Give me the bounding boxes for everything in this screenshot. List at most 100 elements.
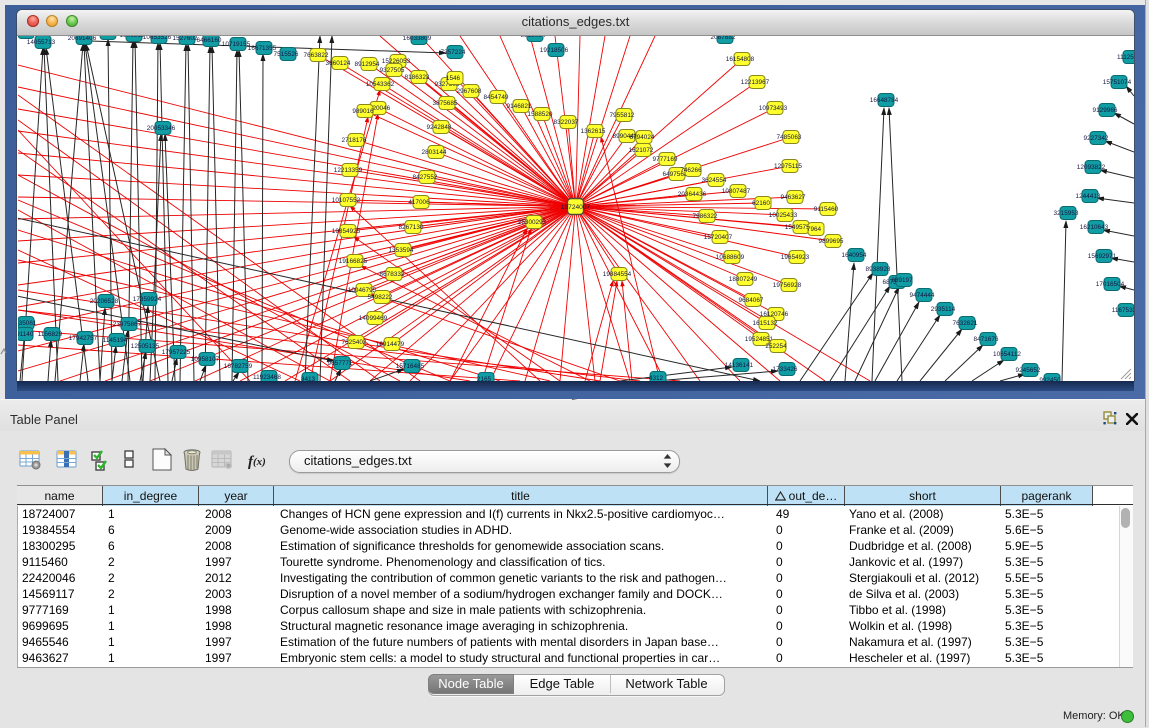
svg-text:9327505: 9327505: [380, 67, 405, 74]
svg-text:18724007: 18724007: [561, 204, 591, 211]
svg-text:10107552: 10107552: [332, 197, 361, 204]
svg-text:7485063: 7485063: [777, 134, 802, 141]
svg-text:2803144: 2803144: [422, 149, 447, 156]
svg-text:19854925: 19854925: [332, 228, 361, 235]
svg-text:62160: 62160: [752, 200, 770, 207]
svg-text:8471676: 8471676: [974, 336, 999, 343]
svg-text:8427552: 8427552: [413, 174, 438, 181]
svg-text:15751074: 15751074: [1103, 79, 1132, 86]
svg-text:2967608: 2967608: [457, 88, 482, 95]
svg-text:9115460: 9115460: [814, 206, 839, 213]
svg-text:7515526: 7515526: [274, 51, 299, 58]
svg-text:1615132: 1615132: [753, 320, 778, 327]
svg-text:1353594: 1353594: [389, 247, 414, 254]
svg-text:9657771: 9657771: [328, 360, 353, 367]
svg-text:14055713: 14055713: [27, 39, 56, 46]
svg-text:1621072: 1621072: [629, 147, 654, 154]
svg-text:10025433: 10025433: [769, 212, 798, 219]
svg-text:16648784: 16648784: [870, 97, 899, 104]
svg-text:10543362: 10543362: [366, 81, 395, 88]
svg-text:19524851: 19524851: [745, 336, 774, 343]
svg-text:746266: 746266: [680, 167, 702, 174]
svg-text:16033809: 16033809: [403, 36, 432, 42]
svg-text:3215953: 3215953: [1054, 210, 1079, 217]
svg-text:15720407: 15720407: [704, 234, 733, 241]
svg-text:1112541: 1112541: [1117, 54, 1134, 61]
svg-text:7357224: 7357224: [441, 49, 466, 56]
svg-text:9899695: 9899695: [819, 238, 844, 245]
svg-text:252254: 252254: [765, 343, 787, 350]
svg-text:10653526: 10653526: [143, 36, 172, 41]
svg-text:2087682: 2087682: [711, 36, 736, 41]
svg-text:1640954: 1640954: [842, 252, 867, 259]
svg-text:12505135: 12505135: [131, 343, 160, 350]
svg-text:17359924: 17359924: [133, 296, 162, 303]
svg-text:9146821: 9146821: [507, 103, 532, 110]
svg-text:15692971: 15692971: [1088, 253, 1117, 260]
svg-text:10958107: 10958107: [191, 356, 220, 363]
svg-text:10654112: 10654112: [993, 351, 1021, 358]
svg-text:12213967: 12213967: [741, 79, 770, 86]
svg-text:7986322: 7986322: [693, 213, 718, 220]
svg-text:7964: 7964: [807, 226, 822, 233]
svg-text:19166825: 19166825: [339, 258, 368, 265]
svg-text:19218506: 19218506: [540, 47, 569, 54]
svg-text:9129966: 9129966: [1093, 107, 1118, 114]
svg-text:14099469: 14099469: [359, 315, 388, 322]
svg-text:9227342: 9227342: [1084, 135, 1109, 142]
svg-text:1362615: 1362615: [581, 128, 606, 135]
svg-text:1546: 1546: [446, 75, 461, 82]
svg-text:1156829: 1156829: [38, 331, 63, 338]
svg-text:(x): (x): [253, 456, 266, 468]
svg-text:16154808: 16154808: [726, 56, 755, 63]
svg-text:3624554: 3624554: [702, 177, 727, 184]
svg-text:9242848: 9242848: [427, 124, 452, 131]
svg-text:16210643: 16210643: [1080, 224, 1109, 231]
svg-text:8813054: 8813054: [521, 36, 546, 39]
svg-text:14136141: 14136141: [725, 362, 754, 369]
svg-text:7625402: 7625402: [342, 339, 367, 346]
svg-text:12975115: 12975115: [774, 163, 802, 170]
svg-text:8267130: 8267130: [399, 224, 424, 231]
svg-text:16782759: 16782759: [224, 363, 253, 370]
svg-text:6794024: 6794024: [630, 134, 655, 141]
svg-text:5498222: 5498222: [368, 294, 393, 301]
svg-text:1244413: 1244413: [1076, 193, 1101, 200]
svg-text:18807249: 18807249: [729, 276, 758, 283]
svg-text:17957225: 17957225: [162, 349, 191, 356]
svg-text:16914479: 16914479: [376, 341, 405, 348]
svg-text:20364436: 20364436: [678, 191, 707, 198]
svg-text:10719155: 10719155: [222, 41, 251, 48]
svg-text:11923468: 11923468: [253, 374, 281, 381]
svg-text:20053346: 20053346: [147, 125, 176, 132]
svg-text:10973493: 10973493: [759, 105, 788, 112]
svg-text:8186323: 8186323: [405, 74, 430, 81]
svg-text:19384554: 19384554: [603, 271, 632, 278]
svg-text:417006: 417006: [408, 199, 430, 206]
svg-text:12213359: 12213359: [334, 167, 363, 174]
svg-text:19654923: 19654923: [781, 254, 810, 261]
svg-text:9777169: 9777169: [653, 156, 678, 163]
svg-text:7137998: 7137998: [94, 36, 119, 37]
svg-text:9474444: 9474444: [910, 292, 935, 299]
svg-text:8322037: 8322037: [554, 119, 579, 126]
svg-text:20206528: 20206528: [90, 298, 119, 305]
svg-text:10807487: 10807487: [722, 188, 751, 195]
svg-text:17016504: 17016504: [1096, 281, 1125, 288]
svg-text:1733426: 1733426: [773, 366, 798, 373]
svg-text:889197: 889197: [891, 277, 913, 284]
svg-text:7632621: 7632621: [953, 320, 978, 327]
svg-text:1527602: 1527602: [173, 36, 198, 42]
svg-text:8912954: 8912954: [355, 61, 380, 68]
svg-text:8454749: 8454749: [484, 94, 509, 101]
svg-text:9463627: 9463627: [781, 194, 806, 201]
svg-text:1806512: 1806512: [120, 36, 145, 39]
svg-text:9684067: 9684067: [739, 297, 764, 304]
svg-text:8938928: 8938928: [866, 266, 891, 273]
svg-text:3660124: 3660124: [326, 60, 351, 67]
svg-text:1167533: 1167533: [1112, 307, 1134, 314]
svg-text:23975867: 23975867: [113, 321, 142, 328]
svg-text:6466160: 6466160: [197, 37, 222, 44]
svg-text:1588520: 1588520: [528, 111, 553, 118]
svg-text:1145194: 1145194: [103, 337, 128, 344]
